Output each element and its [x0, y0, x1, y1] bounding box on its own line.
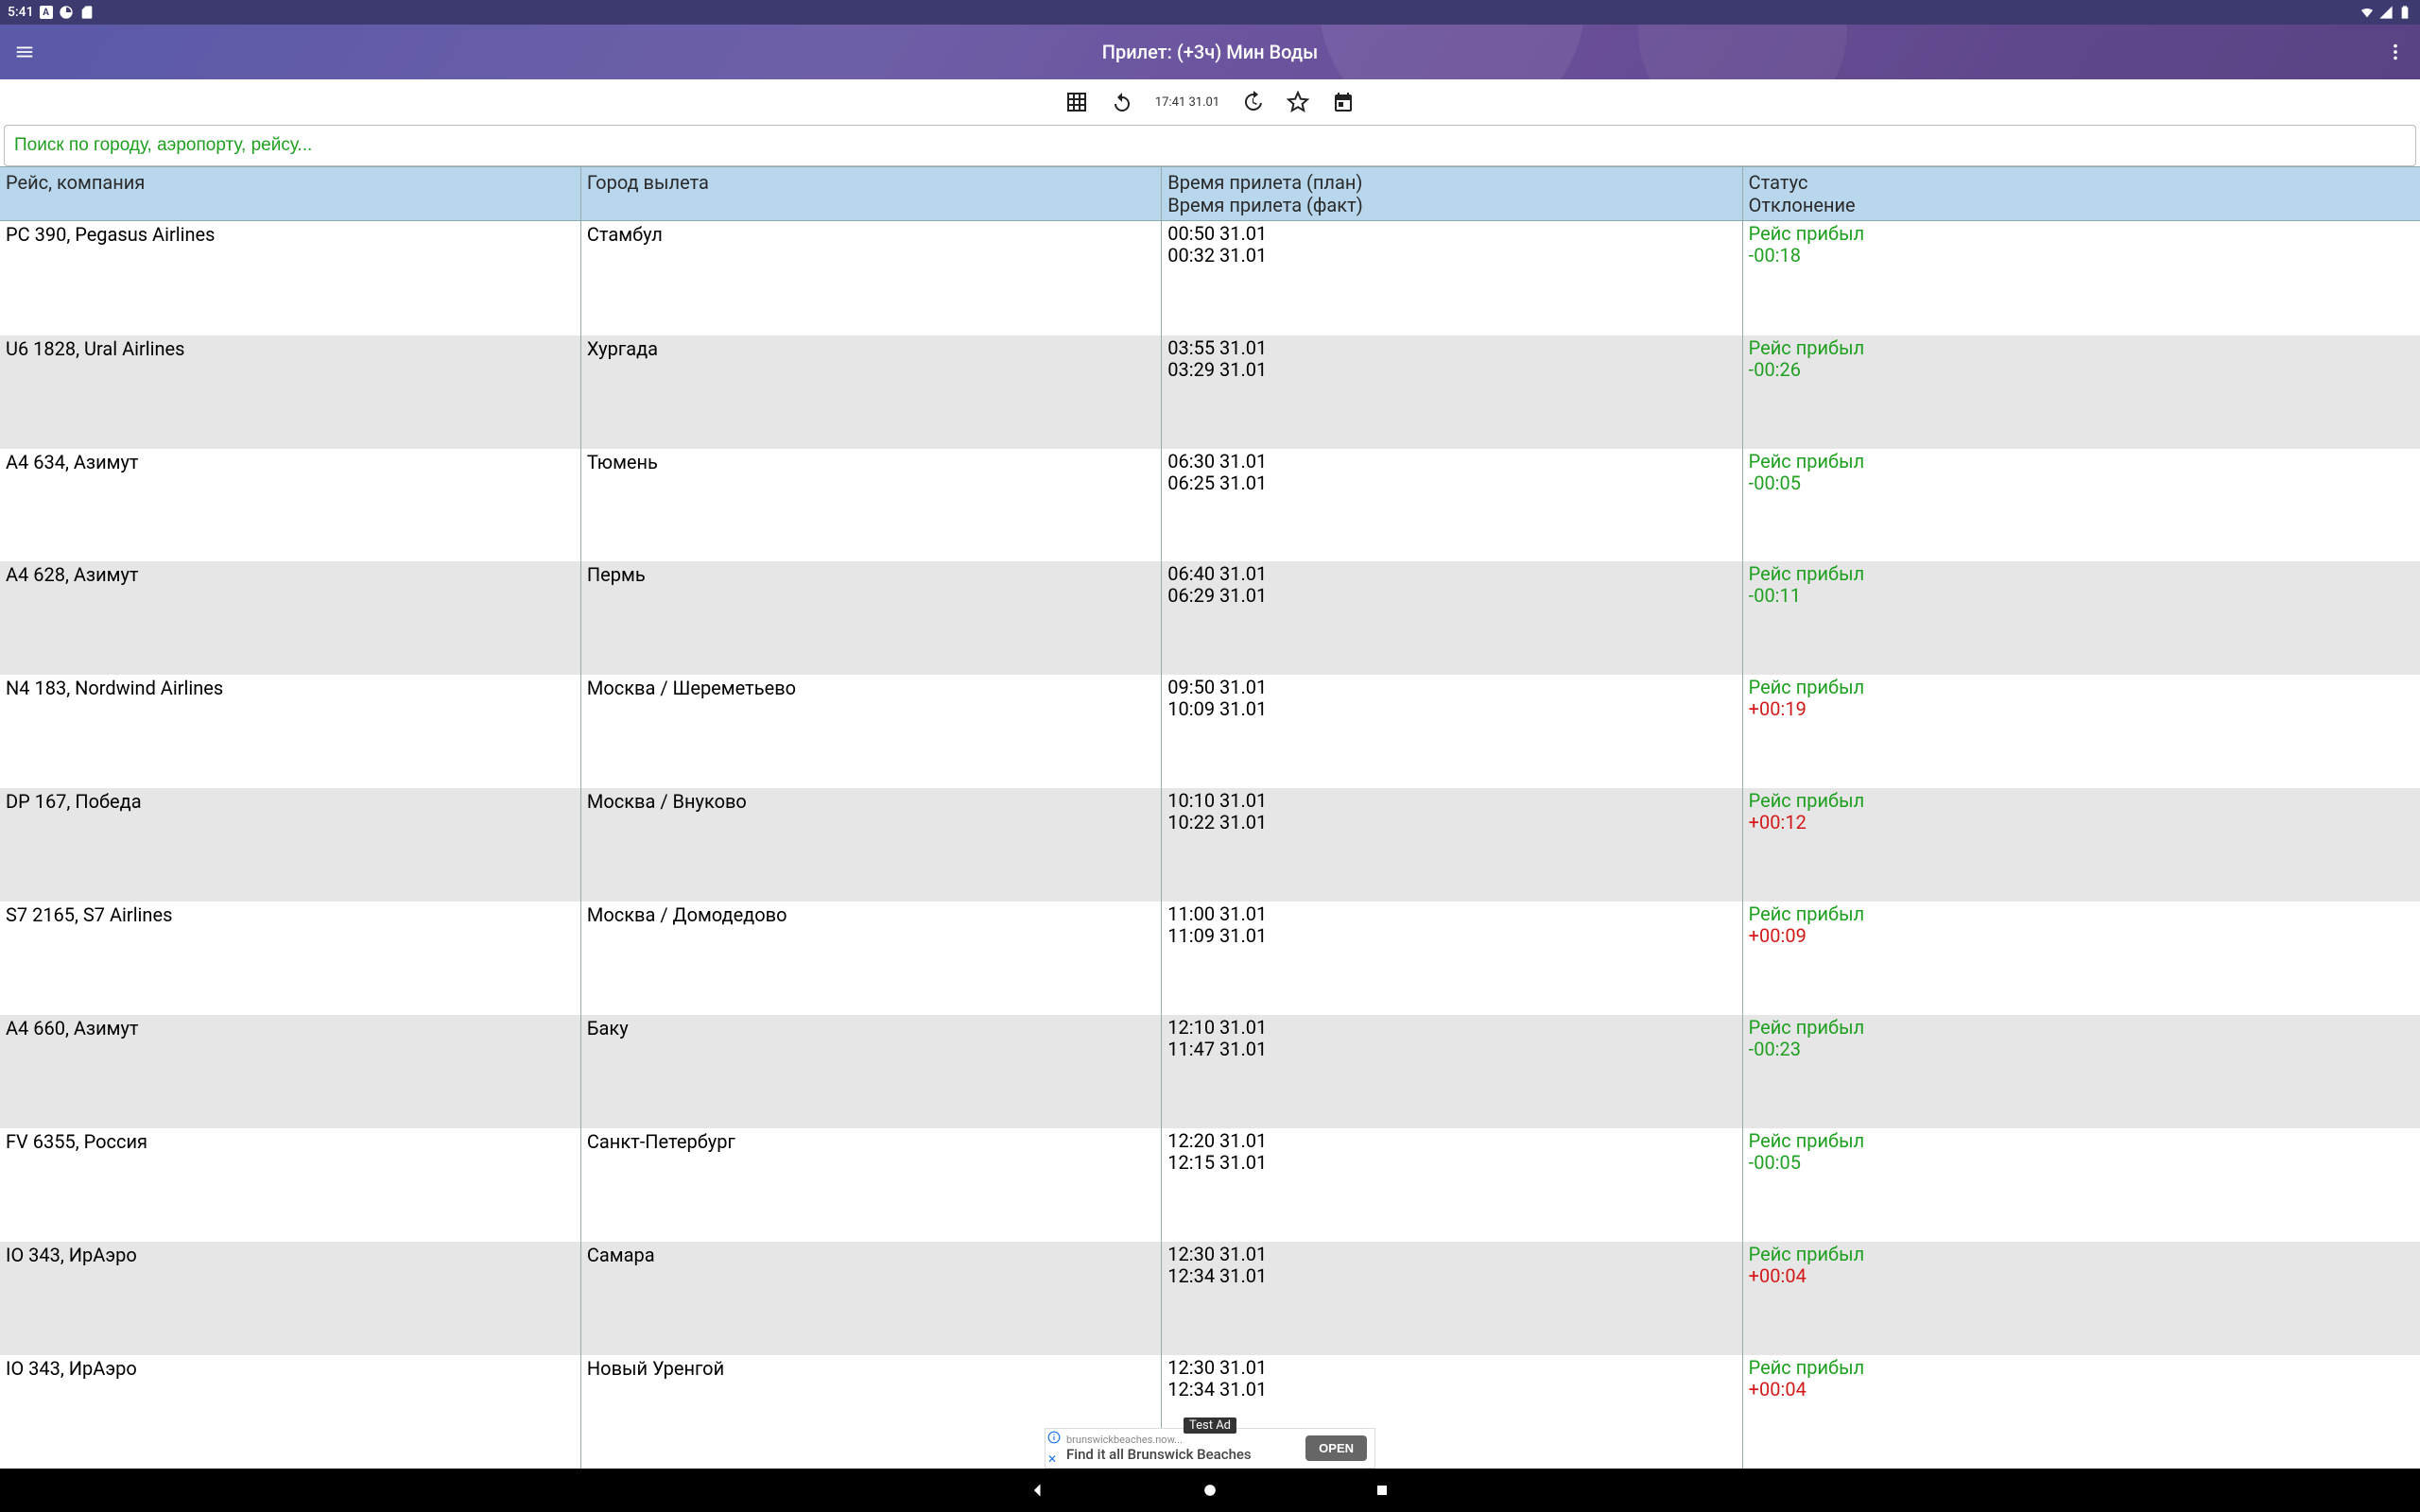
status-progress-icon — [59, 5, 74, 20]
col-header-status-label: Статус — [1749, 171, 2414, 194]
favorite-button[interactable] — [1286, 90, 1310, 114]
ad-open-button[interactable]: OPEN — [1305, 1435, 1367, 1461]
col-header-time-plan: Время прилета (план) — [1167, 171, 1736, 194]
cell-city: Санкт-Петербург — [580, 1128, 1161, 1242]
table-row[interactable]: A4 628, АзимутПермь06:40 31.0106:29 31.0… — [0, 561, 2420, 675]
history-button[interactable] — [1240, 90, 1265, 114]
col-header-city[interactable]: Город вылета — [580, 167, 1161, 221]
cell-status: Рейс прибыл-00:05 — [1742, 449, 2420, 562]
cell-city: Стамбул — [580, 221, 1161, 335]
toolbar-timestamp: 17:41 31.01 — [1155, 95, 1219, 110]
table-row[interactable]: U6 1828, Ural AirlinesХургада03:55 31.01… — [0, 335, 2420, 449]
cell-flight: PC 390, Pegasus Airlines — [0, 221, 580, 335]
cell-flight: FV 6355, Россия — [0, 1128, 580, 1242]
toolbar: 17:41 31.01 — [0, 79, 2420, 125]
page-title: Прилет: (+3ч) Мин Воды — [1102, 41, 1318, 63]
calendar-button[interactable] — [1331, 90, 1356, 114]
android-nav-bar — [0, 1469, 2420, 1512]
wifi-icon — [2360, 5, 2375, 20]
cell-flight: IO 343, ИрАэро — [0, 1242, 580, 1355]
refresh-button[interactable] — [1110, 90, 1134, 114]
table-row[interactable]: N4 183, Nordwind AirlinesМосква / Шереме… — [0, 675, 2420, 788]
nav-home-button[interactable] — [1200, 1480, 1220, 1501]
col-header-time-fact: Время прилета (факт) — [1167, 194, 1736, 216]
cell-status: Рейс прибыл-00:11 — [1742, 561, 2420, 675]
cell-status: Рейс прибыл-00:26 — [1742, 335, 2420, 449]
cell-city: Самара — [580, 1242, 1161, 1355]
col-header-status[interactable]: Статус Отклонение — [1742, 167, 2420, 221]
cell-status: Рейс прибыл+00:19 — [1742, 675, 2420, 788]
cell-city: Баку — [580, 1015, 1161, 1128]
cell-status: Рейс прибыл+00:09 — [1742, 902, 2420, 1015]
signal-icon — [2378, 5, 2394, 20]
table-row[interactable]: A4 634, АзимутТюмень06:30 31.0106:25 31.… — [0, 449, 2420, 562]
menu-button[interactable] — [11, 39, 38, 65]
ad-badge: Test Ad — [1184, 1418, 1236, 1434]
cell-time: 12:10 31.0111:47 31.01 — [1162, 1015, 1742, 1128]
table-row[interactable]: PC 390, Pegasus AirlinesСтамбул00:50 31.… — [0, 221, 2420, 335]
ad-banner: Test Ad ✕ brunswickbeaches.now... Find i… — [1045, 1428, 1375, 1469]
ad-info-icon[interactable] — [1047, 1431, 1061, 1444]
status-keyboard-icon: A — [40, 6, 53, 19]
table-row[interactable]: DP 167, ПобедаМосква / Внуково10:10 31.0… — [0, 788, 2420, 902]
cell-city: Москва / Домодедово — [580, 902, 1161, 1015]
cell-time: 06:30 31.0106:25 31.01 — [1162, 449, 1742, 562]
app-bar: Прилет: (+3ч) Мин Воды — [0, 25, 2420, 79]
status-time: 5:41 — [8, 5, 34, 20]
cell-status: Рейс прибыл+00:12 — [1742, 788, 2420, 902]
cell-time: 03:55 31.0103:29 31.01 — [1162, 335, 1742, 449]
cell-city: Москва / Шереметьево — [580, 675, 1161, 788]
cell-flight: A4 660, Азимут — [0, 1015, 580, 1128]
search-input[interactable] — [4, 125, 2416, 166]
cell-time: 00:50 31.0100:32 31.01 — [1162, 221, 1742, 335]
ad-line2: Find it all Brunswick Beaches — [1066, 1447, 1252, 1463]
cell-flight: A4 634, Азимут — [0, 449, 580, 562]
nav-recent-button[interactable] — [1372, 1480, 1392, 1501]
status-sd-icon — [79, 5, 95, 20]
table-row[interactable]: S7 2165, S7 AirlinesМосква / Домодедово1… — [0, 902, 2420, 1015]
cell-status: Рейс прибыл-00:23 — [1742, 1015, 2420, 1128]
cell-flight: N4 183, Nordwind Airlines — [0, 675, 580, 788]
cell-time: 09:50 31.0110:09 31.01 — [1162, 675, 1742, 788]
cell-city: Москва / Внуково — [580, 788, 1161, 902]
grid-view-button[interactable] — [1064, 90, 1089, 114]
cell-city: Пермь — [580, 561, 1161, 675]
col-header-time[interactable]: Время прилета (план) Время прилета (факт… — [1162, 167, 1742, 221]
status-bar: 5:41 A — [0, 0, 2420, 25]
cell-time: 06:40 31.0106:29 31.01 — [1162, 561, 1742, 675]
nav-back-button[interactable] — [1028, 1480, 1048, 1501]
cell-time: 10:10 31.0110:22 31.01 — [1162, 788, 1742, 902]
cell-flight: DP 167, Победа — [0, 788, 580, 902]
cell-status: Рейс прибыл-00:18 — [1742, 221, 2420, 335]
table-row[interactable]: IO 343, ИрАэроСамара12:30 31.0112:34 31.… — [0, 1242, 2420, 1355]
ad-close-button[interactable]: ✕ — [1047, 1452, 1057, 1466]
cell-flight: A4 628, Азимут — [0, 561, 580, 675]
col-header-flight[interactable]: Рейс, компания — [0, 167, 580, 221]
table-row[interactable]: FV 6355, РоссияСанкт-Петербург12:20 31.0… — [0, 1128, 2420, 1242]
cell-time: 11:00 31.0111:09 31.01 — [1162, 902, 1742, 1015]
overflow-menu-button[interactable] — [2382, 39, 2409, 65]
cell-city: Тюмень — [580, 449, 1161, 562]
cell-time: 12:20 31.0112:15 31.01 — [1162, 1128, 1742, 1242]
cell-status: Рейс прибыл+00:04 — [1742, 1242, 2420, 1355]
battery-icon — [2397, 5, 2412, 20]
col-header-deviation-label: Отклонение — [1749, 194, 2414, 216]
cell-status: Рейс прибыл-00:05 — [1742, 1128, 2420, 1242]
cell-flight: IO 343, ИрАэро — [0, 1355, 580, 1469]
cell-time: 12:30 31.0112:34 31.01 — [1162, 1242, 1742, 1355]
cell-flight: U6 1828, Ural Airlines — [0, 335, 580, 449]
flights-table: Рейс, компания Город вылета Время прилет… — [0, 166, 2420, 1469]
cell-flight: S7 2165, S7 Airlines — [0, 902, 580, 1015]
table-header-row: Рейс, компания Город вылета Время прилет… — [0, 167, 2420, 221]
table-row[interactable]: A4 660, АзимутБаку12:10 31.0111:47 31.01… — [0, 1015, 2420, 1128]
cell-city: Хургада — [580, 335, 1161, 449]
cell-status: Рейс прибыл+00:04 — [1742, 1355, 2420, 1469]
